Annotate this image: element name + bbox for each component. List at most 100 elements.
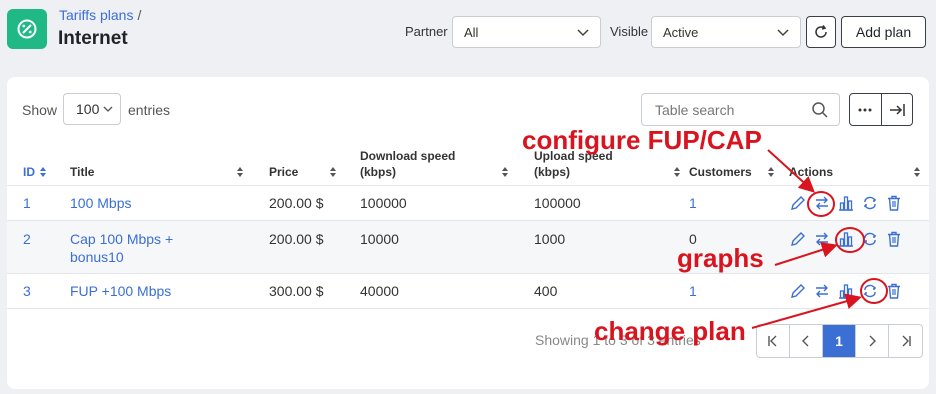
next-page-button[interactable]: [856, 325, 889, 357]
sort-icon[interactable]: [329, 166, 337, 178]
partner-select[interactable]: All: [452, 16, 601, 48]
page-title: Internet: [58, 28, 128, 49]
delete-icon[interactable]: [885, 282, 903, 300]
change-plan-icon[interactable]: [861, 230, 879, 248]
sort-icon[interactable]: [767, 166, 775, 178]
annotation-configure-fup-cap: configure FUP/CAP: [522, 125, 762, 155]
arrow-right-bar-icon: [889, 103, 905, 116]
graphs-icon[interactable]: [837, 230, 855, 248]
annotation-graphs: graphs: [677, 243, 764, 273]
sort-icon[interactable]: [913, 166, 921, 178]
row-title-line1: Cap 100 Mbps +: [70, 231, 174, 247]
row-customers[interactable]: 1: [689, 194, 697, 212]
row-title-line2: bonus10: [70, 249, 124, 265]
previous-page-button[interactable]: [790, 325, 823, 357]
row-id[interactable]: 3: [23, 282, 31, 300]
add-plan-button[interactable]: Add plan: [841, 16, 926, 48]
more-options-button[interactable]: [850, 94, 882, 125]
edit-icon[interactable]: [789, 282, 807, 300]
row-id[interactable]: 2: [23, 230, 31, 248]
tariff-plans-icon: [7, 9, 47, 49]
row-customers[interactable]: 1: [689, 282, 697, 300]
annotation-change-plan: change plan: [594, 316, 746, 346]
row-id[interactable]: 1: [23, 194, 31, 212]
row-price: 200.00 $: [269, 231, 324, 247]
row-actions: [789, 282, 903, 300]
row-upload: 100000: [534, 195, 581, 211]
visible-select-value: Active: [663, 24, 699, 40]
row-actions: [789, 194, 903, 212]
chevron-down-icon: [577, 29, 589, 37]
divider: [7, 273, 929, 274]
column-header-actions: Actions: [789, 165, 834, 179]
pagination: 1: [756, 324, 923, 358]
column-header-download-line2: (kbps): [360, 165, 396, 179]
row-upload: 400: [534, 283, 558, 299]
breadcrumb-link-tariff-plans[interactable]: Tariffs plans: [59, 7, 133, 23]
row-title[interactable]: Cap 100 Mbps + bonus10: [70, 230, 173, 266]
entries-label: entries: [128, 102, 171, 118]
chevron-down-icon: [103, 106, 113, 112]
breadcrumb: Tariffs plans /: [59, 7, 141, 23]
row-download: 40000: [360, 283, 399, 299]
fup-cap-icon[interactable]: [813, 194, 831, 212]
chevron-down-icon: [777, 29, 789, 37]
search-icon: [812, 102, 828, 118]
row-actions: [789, 230, 903, 248]
table-row: 2 Cap 100 Mbps + bonus10 200.00 $ 10000 …: [7, 221, 929, 273]
row-download: 100000: [360, 195, 407, 211]
chevron-right-icon: [869, 335, 876, 347]
divider: [7, 185, 929, 186]
row-price: 300.00 $: [269, 283, 324, 299]
sort-icon[interactable]: [673, 166, 681, 178]
row-title[interactable]: FUP +100 Mbps: [70, 282, 171, 300]
change-plan-icon[interactable]: [861, 194, 879, 212]
breadcrumb-separator: /: [137, 7, 142, 23]
fup-cap-icon[interactable]: [813, 282, 831, 300]
table-search-input[interactable]: Table search: [641, 93, 840, 126]
page-button-current[interactable]: 1: [823, 325, 856, 357]
graphs-icon[interactable]: [837, 194, 855, 212]
last-page-icon: [902, 335, 911, 347]
plans-table-card: Show 100 entries Table search ID Title P…: [7, 77, 929, 389]
graphs-icon[interactable]: [837, 282, 855, 300]
last-page-button[interactable]: [889, 325, 922, 357]
partner-select-value: All: [464, 24, 479, 40]
row-price: 200.00 $: [269, 195, 324, 211]
edit-icon[interactable]: [789, 230, 807, 248]
column-header-customers[interactable]: Customers: [689, 164, 752, 180]
delete-icon[interactable]: [885, 230, 903, 248]
chevron-left-icon: [802, 335, 809, 347]
delete-icon[interactable]: [885, 194, 903, 212]
row-upload: 1000: [534, 231, 566, 247]
column-header-price[interactable]: Price: [269, 164, 298, 180]
column-header-upload-line2: (kbps): [534, 165, 570, 179]
edit-icon[interactable]: [789, 194, 807, 212]
refresh-button[interactable]: [806, 16, 836, 48]
ellipsis-icon: [858, 108, 872, 111]
sort-icon[interactable]: [39, 166, 47, 178]
table-search-placeholder: Table search: [655, 101, 735, 118]
visible-select[interactable]: Active: [651, 16, 801, 48]
column-toggle-button[interactable]: [882, 94, 913, 125]
partner-label: Partner: [405, 24, 448, 39]
entries-per-page-select[interactable]: 100: [63, 93, 121, 125]
refresh-icon: [815, 25, 827, 38]
column-header-download[interactable]: Download speed (kbps): [360, 148, 455, 180]
first-page-icon: [768, 335, 777, 347]
change-plan-icon[interactable]: [861, 282, 879, 300]
show-label: Show: [22, 102, 58, 118]
column-header-title[interactable]: Title: [70, 164, 94, 180]
divider: [7, 308, 929, 309]
row-title[interactable]: 100 Mbps: [70, 194, 131, 212]
row-download: 10000: [360, 231, 399, 247]
entries-per-page-value: 100: [76, 101, 100, 117]
sort-icon[interactable]: [236, 166, 244, 178]
first-page-button[interactable]: [757, 325, 790, 357]
table-tools-group: [849, 93, 913, 126]
column-header-download-line1: Download speed: [360, 149, 456, 163]
sort-icon[interactable]: [501, 166, 509, 178]
fup-cap-icon[interactable]: [813, 230, 831, 248]
column-header-id[interactable]: ID: [23, 164, 35, 180]
visible-label: Visible: [610, 24, 649, 39]
